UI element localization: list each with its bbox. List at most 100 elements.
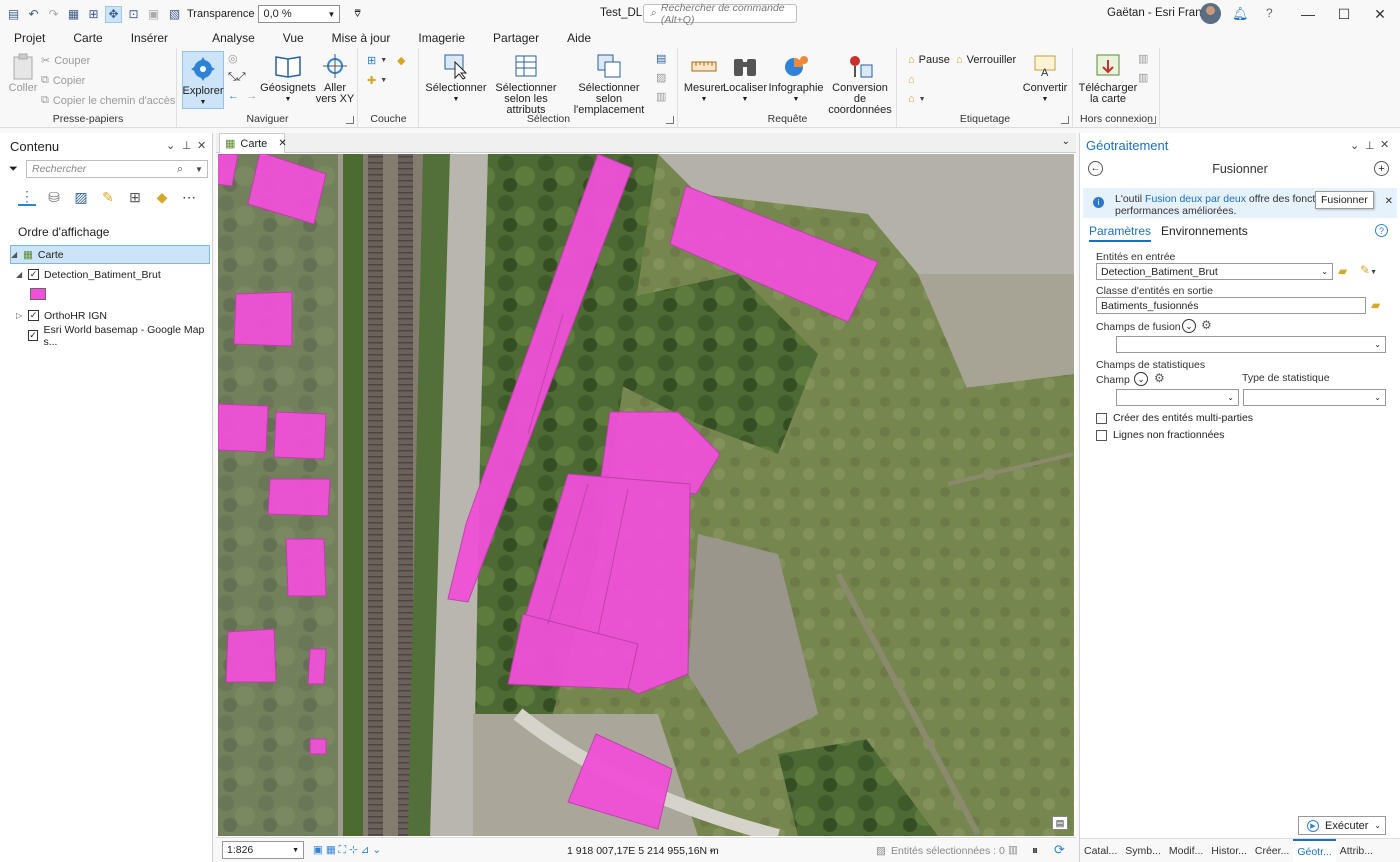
add-data-icon[interactable]: ⊞ ▼: [367, 54, 387, 67]
statistic-type-select[interactable]: ⌄: [1243, 389, 1386, 406]
tab-create[interactable]: Créer...: [1251, 839, 1293, 862]
map-canvas[interactable]: ▤: [218, 154, 1074, 836]
unplaced-labels-icon[interactable]: ⌂: [908, 74, 915, 86]
layer-detection-row[interactable]: ◢ ✓ Detection_Batiment_Brut: [16, 265, 216, 284]
remove-offline-icon[interactable]: ▥: [1138, 71, 1148, 84]
chevron-down-icon[interactable]: ⌄: [1182, 319, 1196, 333]
tab-mise-a-jour[interactable]: Mise à jour: [318, 31, 405, 48]
layer-ortho-row[interactable]: ▷ ✓ OrthoHR IGN: [16, 306, 216, 325]
navigate-launcher-icon[interactable]: [346, 116, 354, 124]
gear-icon[interactable]: ⚙: [1154, 371, 1165, 385]
copy-button[interactable]: ⧉ Copier: [41, 74, 85, 87]
info-close-icon[interactable]: ✕: [1385, 196, 1393, 208]
pane-close-icon[interactable]: ✕: [1380, 138, 1389, 151]
clear-icon[interactable]: ▣: [145, 6, 162, 23]
editing-view-icon[interactable]: ✎: [99, 188, 117, 206]
data-source-icon[interactable]: ⛁: [45, 188, 63, 206]
previous-extent-icon[interactable]: ← →: [228, 90, 257, 102]
multipart-checkbox[interactable]: Créer des entités multi-parties: [1096, 412, 1253, 424]
help-icon[interactable]: ?: [1375, 224, 1388, 237]
statistic-field-select[interactable]: ⌄: [1116, 389, 1239, 406]
selection-menu-icon[interactable]: ▥: [1008, 844, 1018, 856]
layer-basemap-row[interactable]: ✓ Esri World basemap - Google Map s...: [16, 324, 216, 348]
zoom-extent-icon[interactable]: ⊡: [125, 6, 142, 23]
snapping-view-icon[interactable]: ⊞: [126, 188, 144, 206]
selection-launcher-icon[interactable]: [666, 116, 674, 124]
selection-view-icon[interactable]: ▨: [72, 188, 90, 206]
coordinate-conversion-button[interactable]: Conversion de coordonnées: [825, 51, 895, 116]
scale-select[interactable]: 1:826 ▼: [222, 841, 304, 859]
add-icon[interactable]: +: [1374, 161, 1389, 176]
locate-button[interactable]: Localiser ▼: [723, 51, 767, 105]
tab-history[interactable]: Histor...: [1207, 839, 1251, 862]
new-map-icon[interactable]: ▦: [65, 6, 82, 23]
tab-projet[interactable]: Projet: [0, 31, 59, 48]
tab-carte[interactable]: Carte: [59, 31, 116, 52]
pin-icon[interactable]: ⊥: [182, 139, 192, 152]
collapse-icon[interactable]: ◢: [16, 270, 26, 279]
tab-environments[interactable]: Environnements: [1161, 224, 1248, 242]
command-search-input[interactable]: ⌕ Rechercher de commande (Alt+Q): [643, 2, 797, 26]
bookmarks-button[interactable]: Géosignets ▼: [260, 51, 316, 105]
gear-icon[interactable]: ⚙: [1201, 318, 1212, 332]
expand-icon[interactable]: ▷: [16, 311, 26, 320]
attribution-toggle-icon[interactable]: ▤: [1052, 816, 1068, 830]
download-map-button[interactable]: Télécharger la carte: [1078, 51, 1138, 105]
tab-modify[interactable]: Modif...: [1165, 839, 1207, 862]
info-link[interactable]: Fusion deux par deux: [1145, 193, 1246, 205]
dissolve-field-select[interactable]: ⌄: [1116, 336, 1386, 353]
pane-menu-icon[interactable]: ⌄: [166, 139, 175, 152]
chevron-down-icon[interactable]: ⌄: [1134, 372, 1148, 386]
tab-aide[interactable]: Aide: [553, 31, 605, 48]
pause-drawing-icon[interactable]: ⏸: [1032, 843, 1038, 858]
infographics-button[interactable]: Infographie ▼: [767, 51, 825, 105]
coordinate-format-icon[interactable]: ⌄: [708, 844, 716, 855]
tab-inserer[interactable]: Insérer: [117, 31, 182, 48]
transparency-input[interactable]: 0,0 % ▼: [258, 5, 341, 23]
tab-geoprocessing[interactable]: Géotr...: [1293, 838, 1336, 862]
add-preset-icon[interactable]: ✚ ▼: [367, 74, 387, 87]
tab-parameters[interactable]: Paramètres: [1089, 224, 1152, 242]
checkbox-box[interactable]: [1096, 429, 1107, 441]
output-class-input[interactable]: Batiments_fusionnés: [1096, 297, 1366, 314]
notification-bell-icon[interactable]: 🔔︎: [1232, 6, 1249, 22]
goto-xy-button[interactable]: Aller vers XY: [315, 51, 355, 105]
refresh-icon[interactable]: ⟳: [1054, 842, 1065, 858]
layer-symbol-swatch[interactable]: [30, 288, 46, 300]
sync-icon[interactable]: ▥: [1138, 52, 1148, 65]
tab-analyse[interactable]: Analyse: [182, 31, 269, 48]
drawing-order-icon[interactable]: ⋮: [18, 188, 36, 206]
run-button[interactable]: ▶ Exécuter ⌄: [1298, 816, 1386, 835]
help-icon[interactable]: ?: [1266, 6, 1273, 20]
fixed-zoom-icon[interactable]: ⤡⤢: [228, 71, 246, 84]
map-tab[interactable]: ▦ Carte ✕: [219, 133, 287, 153]
pin-icon[interactable]: ⊥: [1365, 139, 1375, 152]
contents-search-input[interactable]: Rechercher ⌕ ▼: [26, 160, 208, 178]
close-button[interactable]: ✕: [1360, 2, 1400, 26]
labeling-view-icon[interactable]: ◆: [153, 188, 171, 206]
clear-selection-icon[interactable]: ▨: [656, 71, 666, 84]
paste-button[interactable]: Coller: [8, 51, 38, 94]
lock-labels-button[interactable]: ⌂ Verrouiller: [956, 54, 1016, 66]
tab-list-icon[interactable]: ⌄: [1062, 136, 1070, 147]
browse-folder-icon[interactable]: ▰: [1338, 264, 1347, 278]
labeling-launcher-icon[interactable]: [1061, 116, 1069, 124]
redo-icon[interactable]: ↷: [45, 6, 62, 23]
full-extent-icon[interactable]: ◎: [228, 52, 238, 65]
browse-folder-icon[interactable]: ▰: [1371, 298, 1380, 312]
checkbox-box[interactable]: [1096, 412, 1107, 424]
tab-vue[interactable]: Vue: [269, 31, 318, 48]
tab-catalog[interactable]: Catal...: [1080, 839, 1121, 862]
cut-button[interactable]: ✂ Couper: [41, 54, 90, 68]
layer-visibility-checkbox[interactable]: ✓: [28, 269, 39, 280]
edit-pencil-icon[interactable]: ✎▼: [1360, 263, 1377, 277]
project-icon[interactable]: ▤: [5, 6, 22, 23]
maximize-button[interactable]: ☐: [1324, 2, 1364, 26]
pause-labels-button[interactable]: ⌂ Pause: [908, 54, 950, 66]
filter-icon[interactable]: ⏷: [9, 163, 18, 176]
unsplit-lines-checkbox[interactable]: Lignes non fractionnées: [1096, 429, 1225, 441]
user-name[interactable]: Gaëtan - Esri France: [1107, 7, 1214, 19]
map-display-icons[interactable]: ▣ ▦ ⛶ ⊹ ⊿ ⌄: [313, 844, 381, 857]
attributes-icon[interactable]: ▤: [656, 52, 666, 65]
copy-path-button[interactable]: ⧉ Copier le chemin d'accès: [41, 94, 175, 107]
